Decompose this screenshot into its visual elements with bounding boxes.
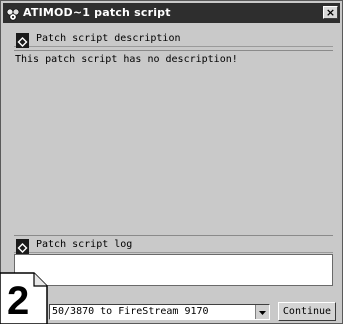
close-icon: × <box>325 6 336 19</box>
window-title: ATIMOD~1 patch script <box>23 6 171 19</box>
log-section-header: Patch script log <box>14 238 333 254</box>
step-number: 2 <box>7 279 30 323</box>
description-section-label: Patch script description <box>36 33 181 44</box>
description-text: This patch script has no description! <box>15 54 238 65</box>
description-section-header: Patch script description <box>14 32 333 48</box>
log-pane[interactable] <box>14 254 333 286</box>
device-select-value: 50/3870 to FireStream 9170 <box>52 306 209 317</box>
diamond-icon <box>16 239 29 254</box>
device-select[interactable]: 50/3870 to FireStream 9170 <box>49 304 270 320</box>
log-section-label: Patch script log <box>36 239 133 250</box>
continue-button[interactable]: Continue <box>278 302 336 321</box>
description-pane: This patch script has no description! <box>14 50 333 236</box>
gear-cluster-icon <box>6 6 20 21</box>
chevron-down-icon[interactable] <box>255 305 269 319</box>
diamond-icon <box>16 33 29 48</box>
title-bar[interactable]: ATIMOD~1 patch script × <box>3 3 340 23</box>
patch-script-window: ATIMOD~1 patch script × Patch script des… <box>0 0 343 324</box>
close-button[interactable]: × <box>323 6 338 19</box>
